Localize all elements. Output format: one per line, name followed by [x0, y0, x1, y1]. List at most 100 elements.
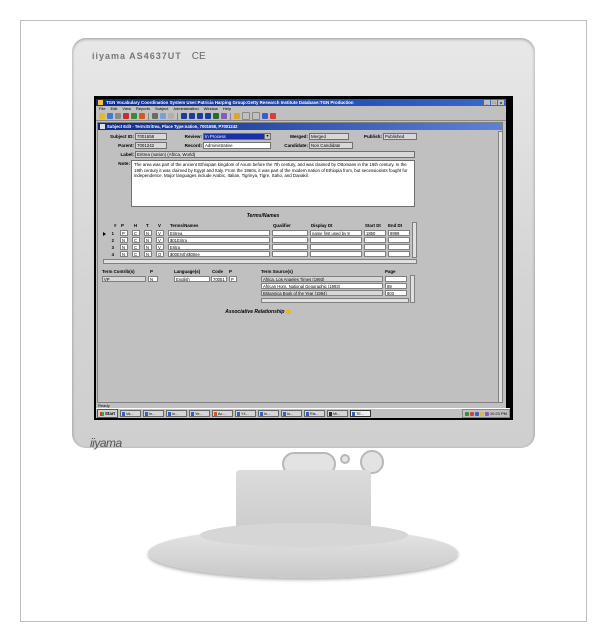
taskbar-button[interactable]: Ris...	[304, 410, 326, 417]
maximize-button[interactable]: □	[491, 100, 497, 105]
taskbar-button[interactable]: In...	[281, 410, 303, 417]
language-code-cell[interactable]: 70051	[211, 276, 227, 282]
report-icon[interactable]	[221, 113, 227, 119]
cell-vernacular[interactable]: V	[156, 244, 164, 250]
cell-vernacular[interactable]: V	[156, 237, 164, 243]
taskbar-button[interactable]: In...	[143, 410, 165, 417]
cell-term-type[interactable]: N	[144, 237, 152, 243]
cell-display-date[interactable]: name first used by 8	[310, 230, 362, 236]
help-icon[interactable]	[262, 113, 268, 119]
save-icon[interactable]	[107, 113, 113, 119]
cell-historic[interactable]: C	[132, 230, 140, 236]
source-cell[interactable]: Britannica Book of the Year (1994)	[261, 290, 383, 296]
window-vertical-scrollbar[interactable]	[498, 131, 503, 403]
cell-historic[interactable]: C	[132, 237, 140, 243]
cell-historic[interactable]: C	[132, 251, 140, 257]
cell-preferred[interactable]: N	[120, 237, 128, 243]
terms-vertical-scrollbar[interactable]	[412, 222, 417, 258]
cell-start-date[interactable]	[364, 237, 386, 243]
cell-end-date[interactable]	[388, 251, 410, 257]
app-titlebar[interactable]: TGN Vocabulary Coordination System User:…	[96, 99, 506, 106]
cell-historic[interactable]: C	[132, 244, 140, 250]
review-select[interactable]: In Process ▼	[203, 133, 271, 140]
source-page-cell[interactable]: 88	[385, 283, 407, 289]
monitor-small-button[interactable]	[340, 454, 350, 464]
edit-icon[interactable]	[131, 113, 137, 119]
tray-app-icon[interactable]	[484, 411, 489, 416]
source-page-cell[interactable]: 603	[385, 290, 407, 296]
language-p-cell[interactable]: P	[229, 276, 237, 282]
cell-term[interactable]: Eritra	[168, 244, 270, 250]
taskbar-button[interactable]: Va...	[120, 410, 142, 417]
cell-term[interactable]: $00Erythr$00ee	[168, 251, 270, 257]
chevron-down-icon[interactable]: ▼	[264, 134, 270, 139]
cell-term[interactable]: $01Eritra	[168, 237, 270, 243]
record-field[interactable]: Administrative	[203, 142, 271, 149]
next-record-icon[interactable]	[197, 113, 203, 119]
previous-record-icon[interactable]	[189, 113, 195, 119]
first-record-icon[interactable]	[181, 113, 187, 119]
folder-icon[interactable]	[285, 309, 291, 314]
check-icon[interactable]	[123, 113, 129, 119]
cell-vernacular[interactable]: V	[156, 230, 164, 236]
taskbar-button[interactable]: Ye...	[189, 410, 211, 417]
cell-start-date[interactable]	[364, 244, 386, 250]
antivirus-icon[interactable]	[469, 411, 474, 416]
cell-qualifier[interactable]	[272, 237, 308, 243]
minimize-button[interactable]: _	[484, 100, 490, 105]
refresh-icon[interactable]	[242, 112, 250, 120]
source-page-cell[interactable]	[385, 276, 407, 282]
terms-horizontal-scrollbar[interactable]	[103, 259, 417, 264]
messenger-icon[interactable]	[479, 411, 484, 416]
cell-qualifier[interactable]	[272, 244, 308, 250]
cell-preferred[interactable]: P	[120, 230, 128, 236]
paste-icon[interactable]	[168, 113, 174, 119]
cell-term[interactable]: Eritrea	[168, 230, 270, 236]
note-textarea[interactable]: The area was part of the ancient Ethiopi…	[131, 160, 415, 207]
sources-vertical-scrollbar[interactable]	[410, 275, 415, 303]
delete-icon[interactable]	[139, 113, 145, 119]
candidate-field[interactable]: Non Candidate	[309, 142, 353, 149]
cell-qualifier[interactable]	[272, 230, 308, 236]
taskbar-button[interactable]: Ac...	[212, 410, 234, 417]
start-button[interactable]: Start	[97, 409, 119, 418]
taskbar-button[interactable]: In...	[258, 410, 280, 417]
label-field[interactable]: Eritrea (nation) (Africa, World)	[135, 151, 415, 158]
network-icon[interactable]	[464, 411, 469, 416]
cell-start-date[interactable]: 1850	[364, 230, 386, 236]
taskbar-button[interactable]: Mi...	[327, 410, 349, 417]
close-button[interactable]: x	[498, 100, 504, 105]
merged-field[interactable]: Merged	[309, 133, 349, 140]
cell-term-type[interactable]: N	[144, 244, 152, 250]
cell-preferred[interactable]: N	[120, 251, 128, 257]
cell-start-date[interactable]	[364, 251, 386, 257]
cell-end-date[interactable]	[388, 244, 410, 250]
cell-end-date[interactable]: 9999	[388, 230, 410, 236]
language-name-cell[interactable]: English	[174, 276, 210, 282]
cell-term-type[interactable]: N	[144, 230, 152, 236]
cell-display-date[interactable]	[310, 244, 362, 250]
taskbar-button-active[interactable]: TE...	[350, 410, 372, 417]
cell-display-date[interactable]	[310, 237, 362, 243]
cut-icon[interactable]	[152, 113, 158, 119]
search-icon[interactable]	[234, 113, 240, 119]
grid-icon[interactable]	[213, 113, 219, 119]
cell-term-type[interactable]: N	[144, 251, 152, 257]
exit-icon[interactable]	[270, 113, 276, 119]
last-record-icon[interactable]	[205, 113, 211, 119]
taskbar-button[interactable]: In...	[166, 410, 188, 417]
open-folder-icon[interactable]	[99, 113, 105, 119]
cell-end-date[interactable]	[388, 237, 410, 243]
parent-field[interactable]: 7001242	[135, 142, 167, 149]
sources-horizontal-scrollbar[interactable]	[261, 298, 409, 303]
cell-preferred[interactable]: N	[120, 244, 128, 250]
copy-icon[interactable]	[160, 113, 166, 119]
taskbar-button[interactable]: Y4...	[235, 410, 257, 417]
cell-vernacular[interactable]: O	[156, 251, 164, 257]
source-cell[interactable]: Africa, Los Angeles Times (1993)	[261, 276, 383, 282]
contrib-p-cell[interactable]: N	[148, 276, 158, 282]
subject-edit-titlebar[interactable]: Subject Edit - Term:Eritrea, Place Type:…	[98, 123, 502, 130]
volume-icon[interactable]	[474, 411, 479, 416]
cell-display-date[interactable]	[310, 251, 362, 257]
filter-icon[interactable]	[252, 112, 260, 120]
